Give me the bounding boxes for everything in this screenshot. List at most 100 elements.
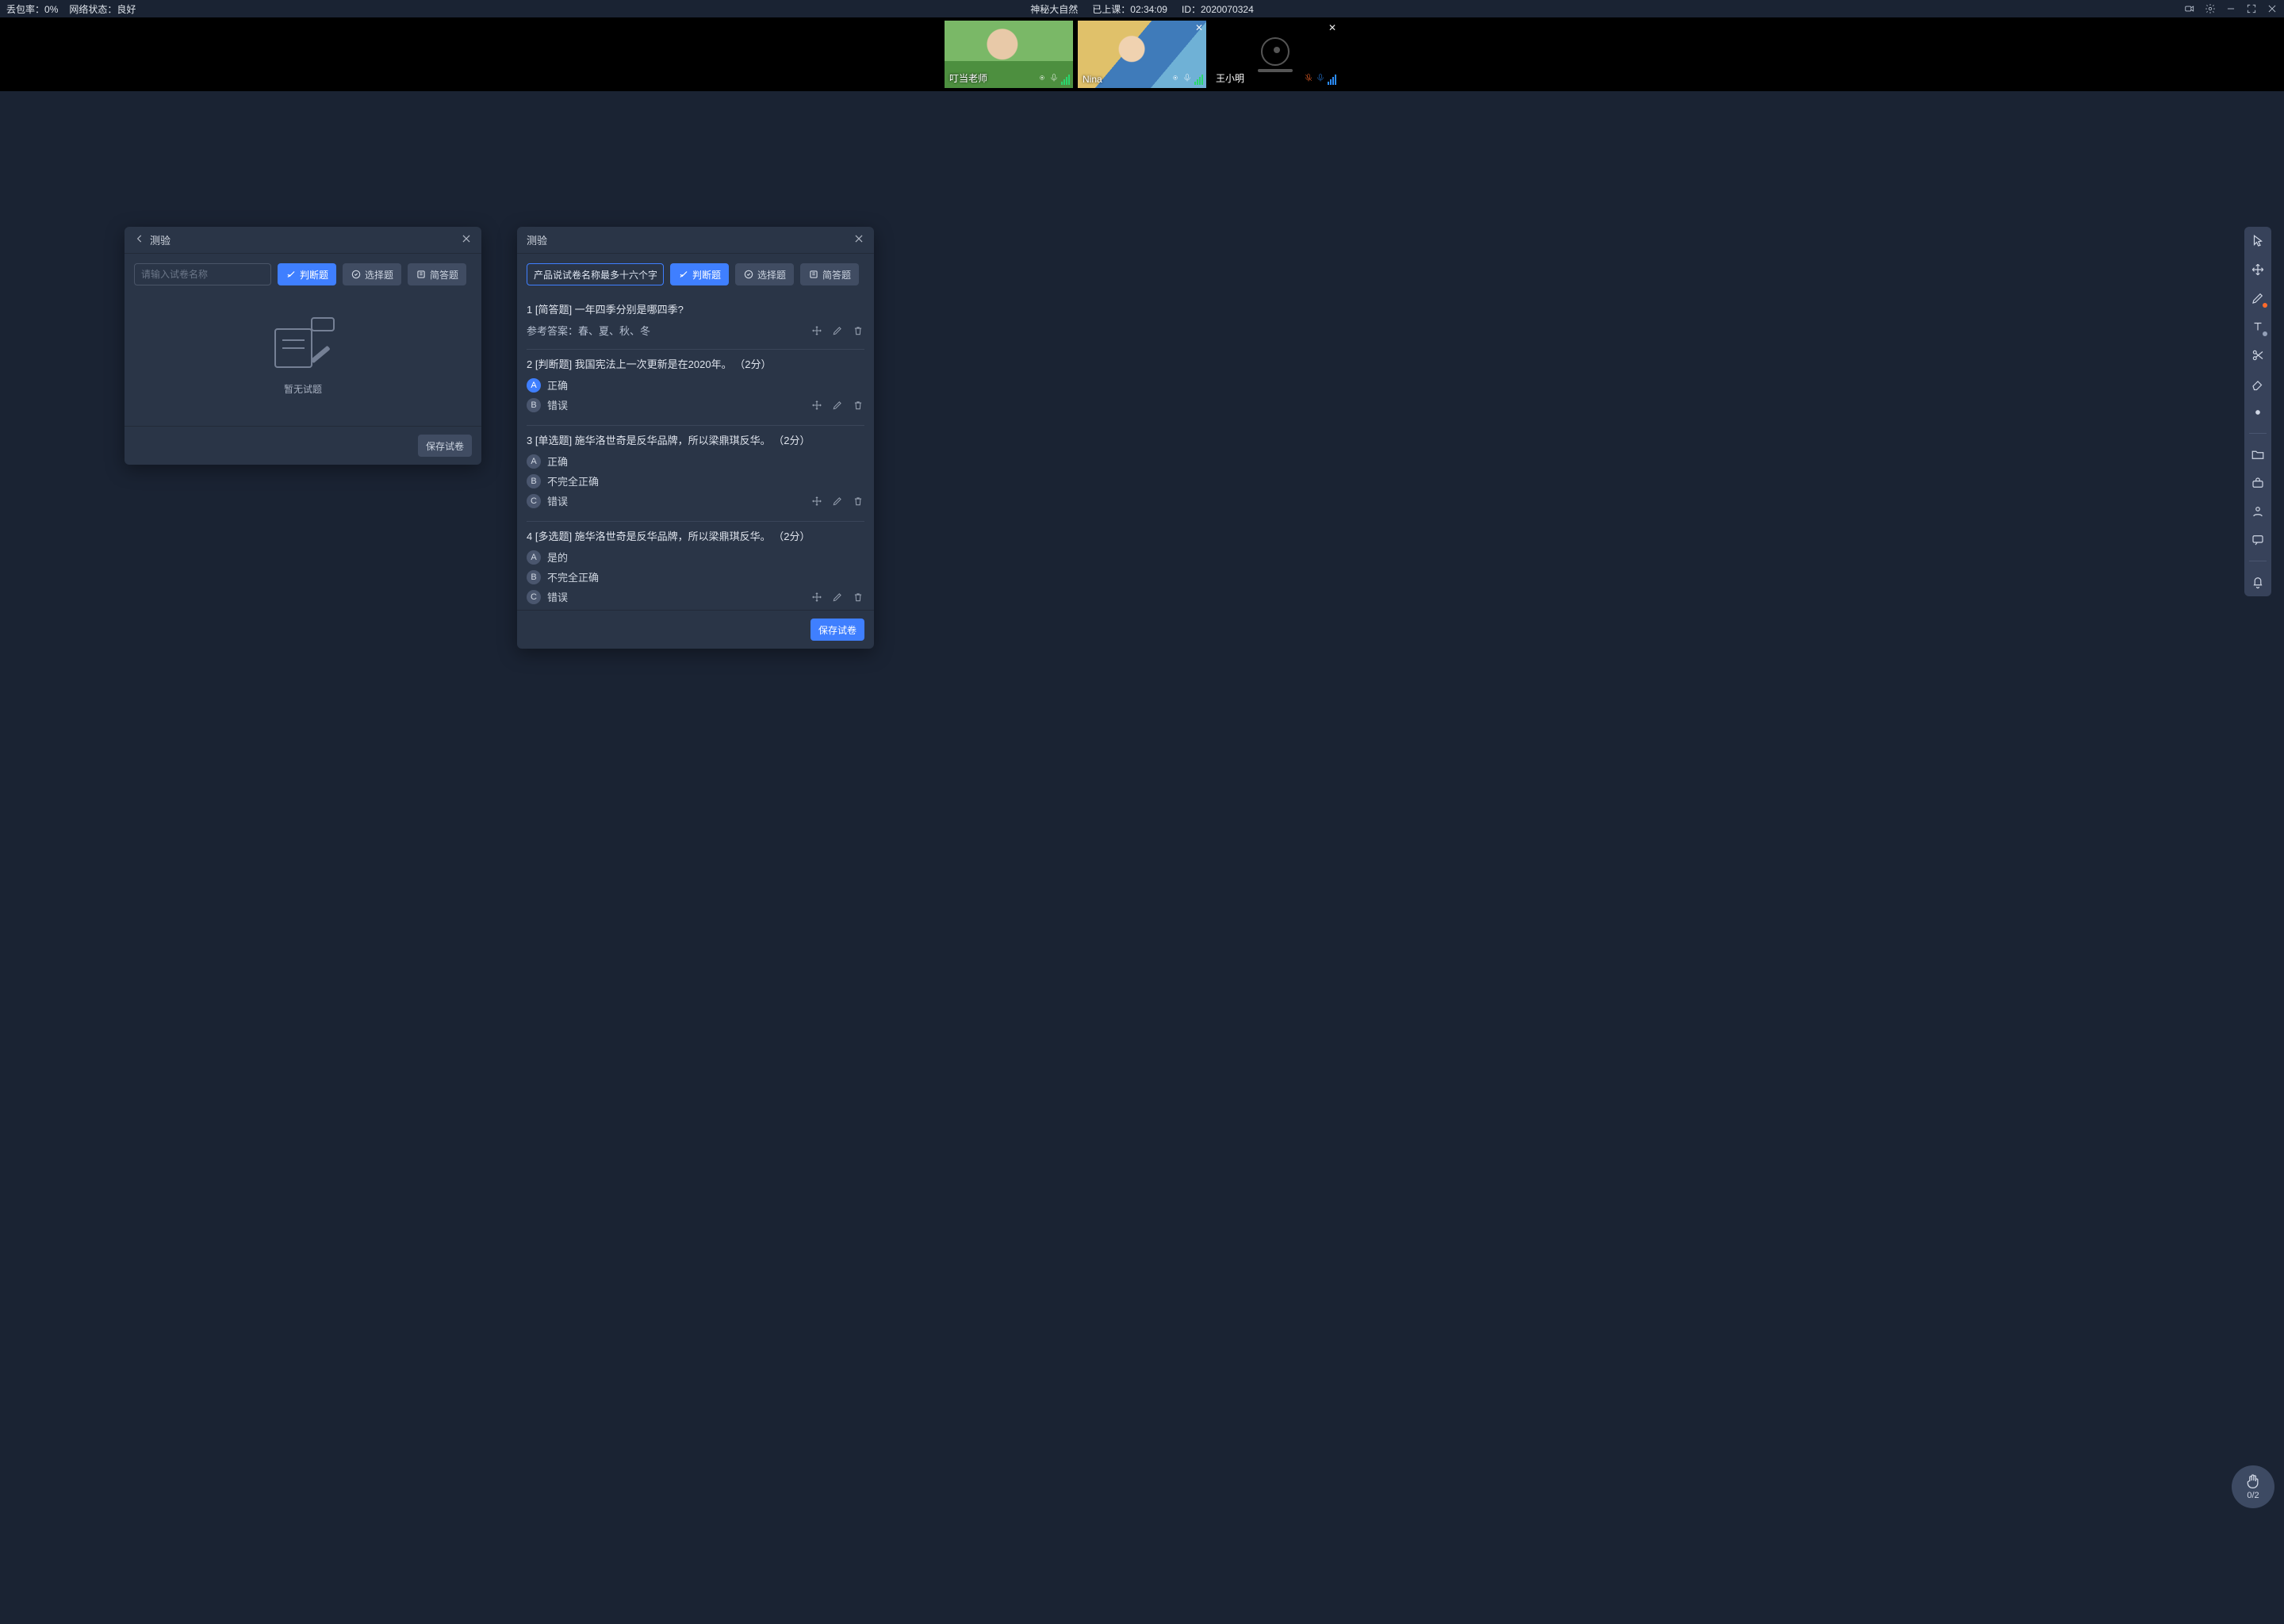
option-letter: B	[527, 398, 541, 412]
packet-loss: 丢包率：0%	[6, 2, 58, 16]
edit-icon[interactable]	[831, 399, 844, 412]
option-text: 错误	[547, 589, 568, 604]
camera-status-icon	[1037, 73, 1047, 85]
quiz-panel-editor: 测验 判断题 选择题 简答题 1 [简答题] 一年四季分别是哪四季? 参考答案：春…	[517, 227, 874, 649]
add-judge-button[interactable]: 判断题	[278, 263, 336, 285]
question: 3 [单选题] 施华洛世奇是反华品牌，所以梁鼎琪反华。 （2分） A正确 B 不完全正…	[527, 426, 864, 522]
save-quiz-button[interactable]: 保存试卷	[811, 619, 864, 641]
option-text: 不完全正确	[547, 569, 599, 584]
raise-hand-badge[interactable]: 0/2	[2232, 1465, 2274, 1508]
participant-name: Nina	[1083, 74, 1102, 85]
delete-icon[interactable]	[852, 495, 864, 508]
question-title: 4 [多选题] 施华洛世奇是反华品牌，所以梁鼎琪反华。 （2分）	[527, 528, 864, 543]
scissors-tool-icon[interactable]	[2250, 347, 2266, 363]
cursor-tool-icon[interactable]	[2250, 233, 2266, 249]
annotation-toolbar	[2244, 227, 2271, 596]
question-option[interactable]: A 正确	[527, 377, 864, 393]
option-letter: A	[527, 550, 541, 565]
eraser-tool-icon[interactable]	[2250, 376, 2266, 392]
delete-icon[interactable]	[852, 591, 864, 603]
question-option[interactable]: B 不完全正确	[527, 473, 864, 488]
mic-icon	[1316, 73, 1325, 85]
close-tile-icon[interactable]: ✕	[1328, 22, 1336, 33]
add-choice-button[interactable]: 选择题	[735, 263, 794, 285]
chat-icon[interactable]	[2250, 532, 2266, 548]
question-option[interactable]: C 错误	[527, 589, 864, 604]
question-option[interactable]: A正确	[527, 454, 864, 469]
text-tool-icon[interactable]	[2250, 319, 2266, 335]
add-judge-button[interactable]: 判断题	[670, 263, 729, 285]
question-option[interactable]: B 不完全正确	[527, 569, 864, 584]
close-icon[interactable]	[853, 233, 864, 247]
raise-hand-count: 0/2	[2247, 1491, 2259, 1500]
option-letter: C	[527, 590, 541, 604]
save-quiz-button[interactable]: 保存试卷	[418, 435, 472, 457]
option-letter: A	[527, 378, 541, 393]
question: 1 [简答题] 一年四季分别是哪四季? 参考答案：春、夏、秋、冬	[527, 295, 864, 350]
elapsed-time: 已上课：02:34:09	[1092, 2, 1167, 16]
option-letter: B	[527, 570, 541, 584]
question: 4 [多选题] 施华洛世奇是反华品牌，所以梁鼎琪反华。 （2分） A 是的 B 不完全正…	[527, 522, 864, 610]
question-option[interactable]: B错误	[527, 397, 864, 412]
option-text: 不完全正确	[547, 473, 599, 488]
question-title: 3 [单选题] 施华洛世奇是反华品牌，所以梁鼎琪反华。 （2分）	[527, 432, 864, 447]
participants-icon[interactable]	[2250, 504, 2266, 519]
option-text: 正确	[547, 377, 568, 393]
toolbox-icon[interactable]	[2250, 475, 2266, 491]
move-icon[interactable]	[811, 495, 823, 508]
mic-muted-icon	[1304, 73, 1313, 85]
quiz-name-input[interactable]	[134, 263, 271, 285]
close-tile-icon[interactable]: ✕	[1195, 22, 1203, 33]
camera-toggle-icon[interactable]	[2184, 3, 2195, 14]
course-title: 神秘大自然	[1030, 2, 1078, 16]
settings-icon[interactable]	[2205, 3, 2216, 14]
move-icon[interactable]	[811, 591, 823, 603]
video-tile[interactable]: ✕ 王小明	[1211, 21, 1339, 88]
question: 2 [判断题] 我国宪法上一次更新是在2020年。 （2分） A 正确 B错误	[527, 350, 864, 426]
folder-icon[interactable]	[2250, 446, 2266, 462]
camera-off-icon	[1261, 37, 1290, 66]
delete-icon[interactable]	[852, 324, 864, 337]
mic-icon	[1049, 73, 1059, 85]
reference-answer: 参考答案：春、夏、秋、冬	[527, 323, 864, 338]
quiz-panel-empty: 测验 判断题 选择题 简答题	[125, 227, 481, 465]
notification-icon[interactable]	[2250, 574, 2266, 590]
option-letter: A	[527, 454, 541, 469]
fullscreen-icon[interactable]	[2246, 3, 2257, 14]
back-icon[interactable]	[134, 233, 145, 247]
option-letter: B	[527, 474, 541, 488]
panel-title: 测验	[150, 232, 171, 247]
edit-icon[interactable]	[831, 324, 844, 337]
add-short-answer-button[interactable]: 简答题	[800, 263, 859, 285]
question-title: 2 [判断题] 我国宪法上一次更新是在2020年。 （2分）	[527, 356, 864, 371]
move-icon[interactable]	[811, 399, 823, 412]
close-icon[interactable]	[461, 233, 472, 247]
empty-state: 暂无试题	[134, 295, 472, 396]
move-tool-icon[interactable]	[2250, 262, 2266, 278]
video-tile[interactable]: ✕ Nina	[1078, 21, 1206, 88]
question-option[interactable]: C错误	[527, 493, 864, 508]
video-tile[interactable]: 叮当老师	[945, 21, 1073, 88]
session-id: ID：2020070324	[1182, 2, 1254, 16]
close-window-icon[interactable]	[2267, 3, 2278, 14]
color-picker-icon[interactable]	[2250, 404, 2266, 420]
quiz-name-input[interactable]	[527, 263, 664, 285]
question-title: 1 [简答题] 一年四季分别是哪四季?	[527, 301, 864, 316]
move-icon[interactable]	[811, 324, 823, 337]
delete-icon[interactable]	[852, 399, 864, 412]
option-text: 错误	[547, 493, 568, 508]
edit-icon[interactable]	[831, 495, 844, 508]
camera-status-icon	[1171, 73, 1180, 85]
top-status-bar: 丢包率：0% 网络状态：良好 神秘大自然 已上课：02:34:09 ID：202…	[0, 0, 2284, 17]
edit-icon[interactable]	[831, 591, 844, 603]
option-text: 是的	[547, 550, 568, 565]
pen-tool-icon[interactable]	[2250, 290, 2266, 306]
network-status: 网络状态：良好	[69, 2, 136, 16]
add-choice-button[interactable]: 选择题	[343, 263, 401, 285]
question-option[interactable]: A 是的	[527, 550, 864, 565]
panel-title: 测验	[527, 232, 547, 247]
add-short-answer-button[interactable]: 简答题	[408, 263, 466, 285]
participant-name: 王小明	[1216, 71, 1244, 85]
minimize-icon[interactable]	[2225, 3, 2236, 14]
video-strip: 叮当老师 ✕ Nina ✕ 王小明	[0, 17, 2284, 91]
